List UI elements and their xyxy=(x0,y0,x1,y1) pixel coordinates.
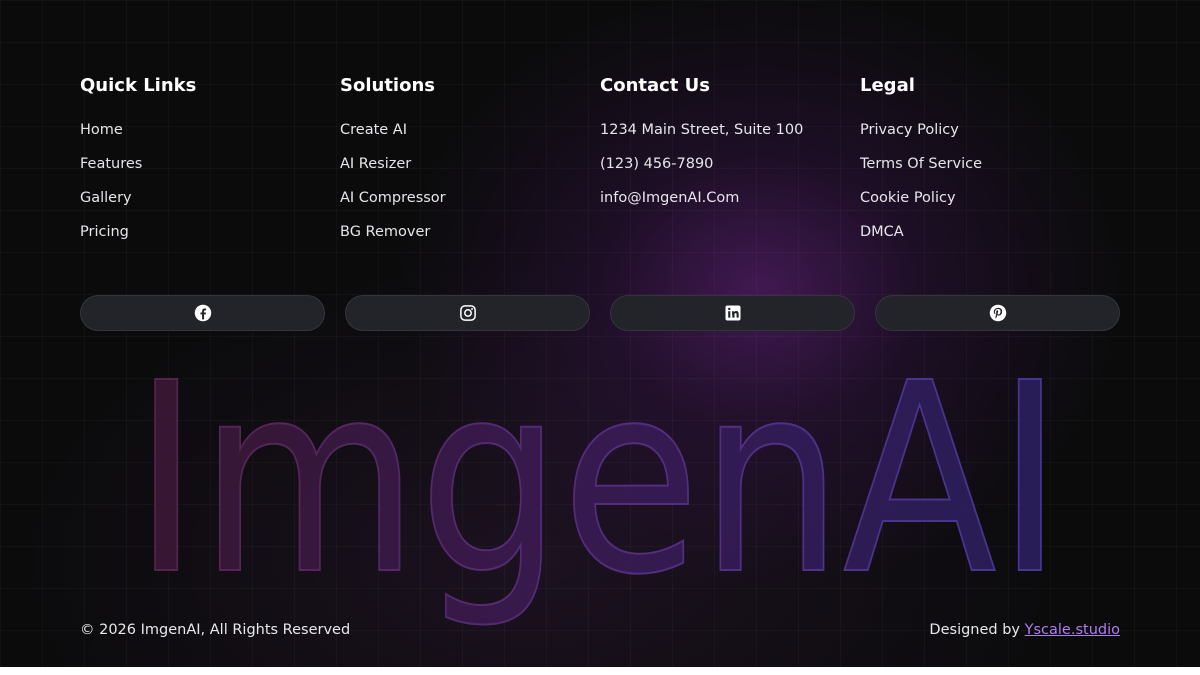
copyright-text: © 2026 ImgenAI, All Rights Reserved xyxy=(80,622,351,638)
footer-link-terms-of-service[interactable]: Terms Of Service xyxy=(860,154,1120,174)
footer-column-quick-links: Quick Links Home Features Gallery Pricin… xyxy=(80,74,340,256)
footer-link-ai-resizer[interactable]: AI Resizer xyxy=(340,154,600,174)
column-title: Legal xyxy=(860,75,915,96)
contact-phone[interactable]: (123) 456-7890 xyxy=(600,154,860,174)
facebook-button[interactable] xyxy=(80,295,325,331)
instagram-icon xyxy=(459,305,476,321)
footer-link-home[interactable]: Home xyxy=(80,120,340,140)
linkedin-icon xyxy=(725,305,740,321)
wordmark-text: ImgenAI xyxy=(133,340,1063,632)
designer-credit: Designed by Yscale.studio xyxy=(929,620,1120,640)
contact-email[interactable]: info@ImgenAI.Com xyxy=(600,188,860,208)
footer-column-legal: Legal Privacy Policy Terms Of Service Co… xyxy=(860,74,1120,256)
site-footer: Quick Links Home Features Gallery Pricin… xyxy=(0,0,1200,667)
footer-link-cookie-policy[interactable]: Cookie Policy xyxy=(860,188,1120,208)
linkedin-button[interactable] xyxy=(610,295,855,331)
footer-link-create-ai[interactable]: Create AI xyxy=(340,120,600,140)
footer-column-solutions: Solutions Create AI AI Resizer AI Compre… xyxy=(340,74,600,256)
wordmark-graphic: ImgenAI xyxy=(132,340,1064,633)
footer-link-pricing[interactable]: Pricing xyxy=(80,222,340,242)
designed-by-label: Designed by xyxy=(929,622,1021,638)
pinterest-icon xyxy=(989,304,1006,322)
designer-link[interactable]: Yscale.studio xyxy=(1025,622,1120,638)
footer-link-features[interactable]: Features xyxy=(80,154,340,174)
footer-link-ai-compressor[interactable]: AI Compressor xyxy=(340,188,600,208)
footer-link-gallery[interactable]: Gallery xyxy=(80,188,340,208)
link-list: Create AI AI Resizer AI Compressor BG Re… xyxy=(340,120,600,242)
contact-list: 1234 Main Street, Suite 100 (123) 456-78… xyxy=(600,120,860,208)
column-title: Contact Us xyxy=(600,75,711,96)
contact-address: 1234 Main Street, Suite 100 xyxy=(600,122,804,138)
social-links xyxy=(80,295,1120,331)
link-list: Home Features Gallery Pricing xyxy=(80,120,340,242)
footer-bottom-bar: © 2026 ImgenAI, All Rights Reserved Desi… xyxy=(80,620,1120,640)
instagram-button[interactable] xyxy=(345,295,590,331)
facebook-icon xyxy=(194,304,211,322)
footer-column-contact: Contact Us 1234 Main Street, Suite 100 (… xyxy=(600,74,860,256)
footer-link-privacy-policy[interactable]: Privacy Policy xyxy=(860,120,1120,140)
pinterest-button[interactable] xyxy=(875,295,1120,331)
column-title: Quick Links xyxy=(80,75,197,96)
footer-columns: Quick Links Home Features Gallery Pricin… xyxy=(80,74,1120,256)
column-title: Solutions xyxy=(340,75,435,96)
footer-link-dmca[interactable]: DMCA xyxy=(860,222,1120,242)
footer-link-bg-remover[interactable]: BG Remover xyxy=(340,222,600,242)
link-list: Privacy Policy Terms Of Service Cookie P… xyxy=(860,120,1120,242)
